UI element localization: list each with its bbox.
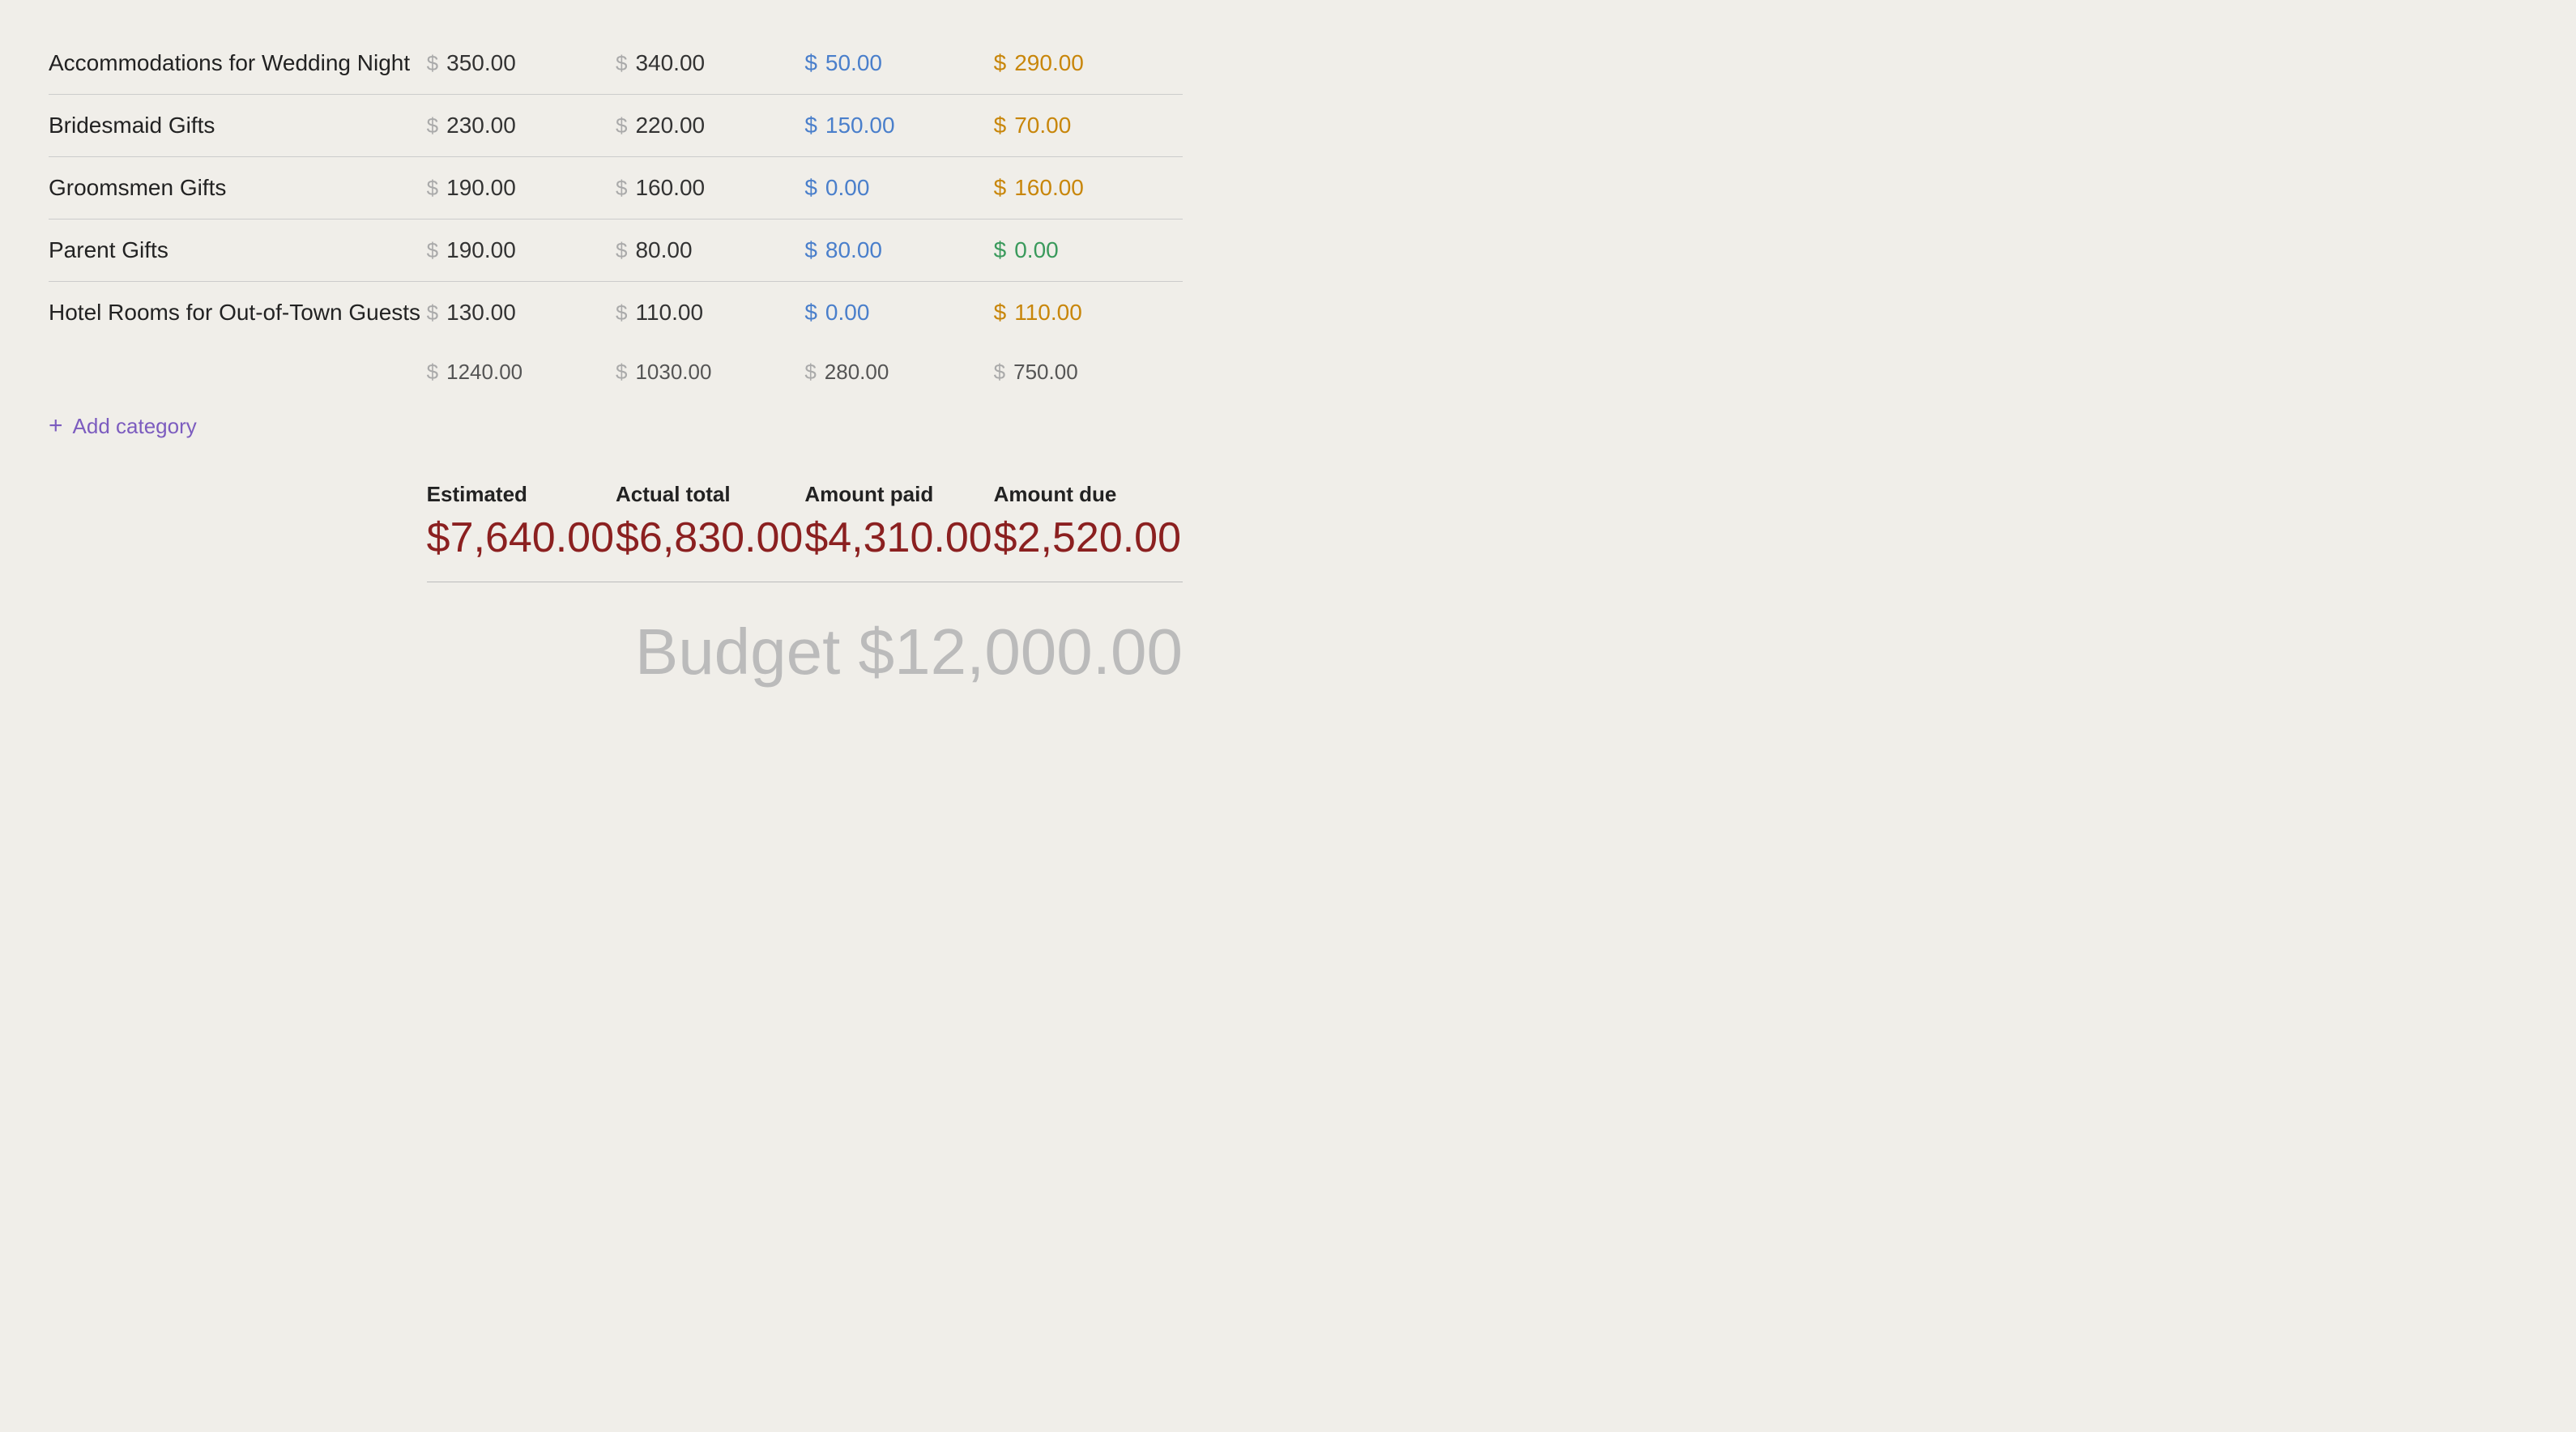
- due-cell: $ 290.00: [994, 50, 1183, 76]
- subtotal-due: $ 750.00: [994, 360, 1183, 385]
- budget-footer: Budget $12,000.00: [49, 599, 1183, 705]
- summary-actual: Actual total $6,830.00: [616, 482, 804, 562]
- estimated-value: 230.00: [446, 113, 516, 139]
- due-value: $2,520.00: [994, 514, 1183, 562]
- summary-paid: Amount paid $4,310.00: [804, 482, 993, 562]
- paid-cell: $ 80.00: [804, 237, 993, 263]
- category-name: Bridesmaid Gifts: [49, 113, 427, 139]
- dollar-icon: $: [616, 360, 627, 385]
- paid-value: 50.00: [825, 50, 882, 76]
- dollar-icon: $: [616, 176, 627, 201]
- dollar-icon: $: [616, 238, 627, 263]
- dollar-icon: $: [994, 300, 1007, 326]
- dollar-icon: $: [427, 51, 438, 76]
- plus-icon: +: [49, 412, 63, 440]
- divider-container: [49, 578, 1183, 599]
- paid-value: 150.00: [825, 113, 895, 139]
- subtotal-paid: $ 280.00: [804, 360, 993, 385]
- summary-section: Estimated $7,640.00 Actual total $6,830.…: [49, 466, 1183, 578]
- dollar-icon: $: [804, 360, 816, 385]
- dollar-icon: $: [804, 300, 817, 326]
- actual-cell: $ 110.00: [616, 300, 804, 326]
- subtotals-row: $ 1240.00 $ 1030.00 $ 280.00 $ 750.00: [49, 343, 1183, 393]
- actual-value: 340.00: [635, 50, 705, 76]
- category-name: Hotel Rooms for Out-of-Town Guests: [49, 300, 427, 326]
- due-cell: $ 70.00: [994, 113, 1183, 139]
- estimated-cell: $ 350.00: [427, 50, 616, 76]
- dollar-icon: $: [427, 176, 438, 201]
- estimated-cell: $ 230.00: [427, 113, 616, 139]
- paid-cell: $ 0.00: [804, 300, 993, 326]
- dollar-icon: $: [804, 175, 817, 201]
- actual-cell: $ 220.00: [616, 113, 804, 139]
- paid-label: Amount paid: [804, 482, 993, 507]
- actual-cell: $ 340.00: [616, 50, 804, 76]
- actual-label: Actual total: [616, 482, 804, 507]
- due-cell: $ 0.00: [994, 237, 1183, 263]
- estimated-cell: $ 190.00: [427, 237, 616, 263]
- paid-value: $4,310.00: [804, 514, 993, 562]
- estimated-value: 190.00: [446, 175, 516, 201]
- estimated-value: 190.00: [446, 237, 516, 263]
- due-value: 290.00: [1014, 50, 1084, 76]
- actual-value: 160.00: [635, 175, 705, 201]
- budget-total: Budget $12,000.00: [635, 615, 1183, 689]
- dollar-icon: $: [427, 238, 438, 263]
- table-row: Bridesmaid Gifts $ 230.00 $ 220.00 $ 150…: [49, 95, 1183, 157]
- dollar-icon: $: [427, 113, 438, 139]
- estimated-cell: $ 130.00: [427, 300, 616, 326]
- paid-cell: $ 0.00: [804, 175, 993, 201]
- actual-value: $6,830.00: [616, 514, 804, 562]
- actual-cell: $ 80.00: [616, 237, 804, 263]
- category-name: Groomsmen Gifts: [49, 175, 427, 201]
- category-name: Parent Gifts: [49, 237, 427, 263]
- table-row: Parent Gifts $ 190.00 $ 80.00 $ 80.00 $ …: [49, 219, 1183, 282]
- dollar-icon: $: [804, 237, 817, 263]
- paid-value: 80.00: [825, 237, 882, 263]
- dollar-icon: $: [616, 300, 627, 326]
- subtotal-estimated: $ 1240.00: [427, 360, 616, 385]
- due-value: 160.00: [1014, 175, 1084, 201]
- actual-value: 110.00: [635, 300, 703, 326]
- paid-value: 0.00: [825, 175, 870, 201]
- dollar-icon: $: [616, 51, 627, 76]
- dollar-icon: $: [994, 360, 1005, 385]
- dollar-icon: $: [994, 237, 1007, 263]
- summary-estimated: Estimated $7,640.00: [427, 482, 616, 562]
- due-cell: $ 160.00: [994, 175, 1183, 201]
- add-category-label: Add category: [73, 414, 197, 439]
- dollar-icon: $: [427, 360, 438, 385]
- dollar-icon: $: [804, 113, 817, 139]
- dollar-icon: $: [616, 113, 627, 139]
- actual-cell: $ 160.00: [616, 175, 804, 201]
- table-row: Accommodations for Wedding Night $ 350.0…: [49, 32, 1183, 95]
- due-value: 70.00: [1014, 113, 1071, 139]
- due-label: Amount due: [994, 482, 1183, 507]
- estimated-value: 350.00: [446, 50, 516, 76]
- subtotal-actual: $ 1030.00: [616, 360, 804, 385]
- paid-cell: $ 150.00: [804, 113, 993, 139]
- dollar-icon: $: [994, 113, 1007, 139]
- estimated-value: $7,640.00: [427, 514, 616, 562]
- due-value: 110.00: [1014, 300, 1082, 326]
- dollar-icon: $: [994, 175, 1007, 201]
- estimated-cell: $ 190.00: [427, 175, 616, 201]
- table-row: Groomsmen Gifts $ 190.00 $ 160.00 $ 0.00…: [49, 157, 1183, 219]
- paid-cell: $ 50.00: [804, 50, 993, 76]
- estimated-value: 130.00: [446, 300, 516, 326]
- budget-table: Accommodations for Wedding Night $ 350.0…: [49, 32, 1183, 705]
- due-cell: $ 110.00: [994, 300, 1183, 326]
- actual-value: 80.00: [635, 237, 692, 263]
- paid-value: 0.00: [825, 300, 870, 326]
- actual-value: 220.00: [635, 113, 705, 139]
- dollar-icon: $: [994, 50, 1007, 76]
- due-value: 0.00: [1014, 237, 1059, 263]
- dollar-icon: $: [804, 50, 817, 76]
- add-category-button[interactable]: + Add category: [49, 393, 1183, 466]
- table-row: Hotel Rooms for Out-of-Town Guests $ 130…: [49, 282, 1183, 343]
- category-name: Accommodations for Wedding Night: [49, 50, 427, 76]
- dollar-icon: $: [427, 300, 438, 326]
- estimated-label: Estimated: [427, 482, 616, 507]
- summary-due: Amount due $2,520.00: [994, 482, 1183, 562]
